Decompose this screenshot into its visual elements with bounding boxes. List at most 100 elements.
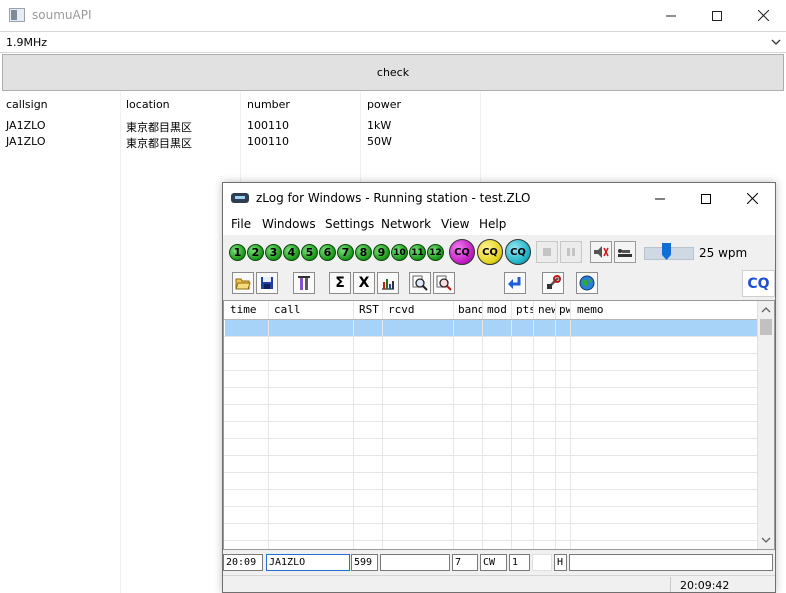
- grid-divider: [570, 301, 571, 549]
- row-divider: [224, 336, 758, 337]
- log-header-band: band: [458, 303, 482, 316]
- selected-row[interactable]: [225, 320, 758, 336]
- band-select-value: 1.9MHz: [6, 36, 48, 49]
- menu-view[interactable]: View: [441, 217, 469, 231]
- zlog-title-bar[interactable]: zLog for Windows - Running station - tes…: [223, 183, 775, 214]
- result-cell-power[interactable]: 1kW: [367, 119, 391, 132]
- memory-button-3[interactable]: 3: [265, 244, 282, 261]
- menu-windows[interactable]: Windows: [262, 217, 316, 231]
- statistics-button[interactable]: [377, 272, 399, 294]
- result-cell-location[interactable]: 東京都目黒区: [126, 119, 192, 135]
- menu-file[interactable]: File: [231, 217, 251, 231]
- memory-button-9[interactable]: 9: [373, 244, 390, 261]
- sidetone-button[interactable]: [590, 241, 612, 263]
- memory-button-8[interactable]: 8: [355, 244, 372, 261]
- scroll-down-icon[interactable]: [761, 535, 771, 545]
- zlog-maximize-button[interactable]: [683, 183, 729, 214]
- row-divider: [224, 370, 758, 371]
- memory-button-6[interactable]: 6: [319, 244, 336, 261]
- grid-divider: [353, 301, 354, 549]
- vertical-scrollbar[interactable]: [757, 301, 774, 549]
- result-cell-number[interactable]: 100110: [247, 135, 289, 148]
- memory-button-11[interactable]: 11: [409, 244, 426, 261]
- title-bar[interactable]: soumuAPI: [0, 0, 786, 31]
- extra-field[interactable]: [532, 554, 552, 571]
- header-divider: [224, 319, 758, 320]
- cq-button-2[interactable]: CQ: [477, 239, 503, 265]
- log-header-rst: RST: [359, 303, 379, 316]
- column-header-location[interactable]: location: [126, 98, 170, 111]
- mode-field[interactable]: CW: [480, 554, 507, 571]
- time-field[interactable]: 20:09: [223, 554, 263, 571]
- minimize-button[interactable]: [648, 0, 694, 31]
- scroll-up-icon[interactable]: [761, 305, 771, 315]
- memory-button-7[interactable]: 7: [337, 244, 354, 261]
- memo-field[interactable]: [569, 554, 773, 571]
- row-divider: [224, 472, 758, 473]
- menu-help[interactable]: Help: [479, 217, 506, 231]
- minimize-icon: [655, 198, 665, 199]
- menu-network[interactable]: Network: [381, 217, 431, 231]
- grid-divider: [268, 301, 269, 549]
- power-code-field[interactable]: 1: [509, 554, 530, 571]
- score-button[interactable]: Σ: [329, 272, 351, 294]
- zlog-close-button[interactable]: [729, 183, 775, 214]
- rst-field[interactable]: 599: [351, 554, 378, 571]
- cq-button-3[interactable]: CQ: [505, 239, 531, 265]
- band-select[interactable]: 1.9MHz: [0, 31, 786, 53]
- check-button[interactable]: check: [2, 54, 784, 91]
- memory-button-5[interactable]: 5: [301, 244, 318, 261]
- open-file-button[interactable]: [232, 272, 254, 294]
- memory-button-1[interactable]: 1: [229, 244, 246, 261]
- pwr-field[interactable]: H: [554, 554, 567, 571]
- close-icon: [757, 10, 769, 21]
- log-header-rcvd: rcvd: [388, 303, 415, 316]
- cq-button-1[interactable]: CQ: [449, 239, 475, 265]
- rcvd-field[interactable]: [380, 554, 450, 571]
- check-multi-button[interactable]: [433, 272, 455, 294]
- result-cell-callsign[interactable]: JA1ZLO: [6, 135, 46, 148]
- log-header-new: new: [538, 303, 555, 316]
- stop-button[interactable]: [536, 241, 558, 263]
- result-cell-location[interactable]: 東京都目黒区: [126, 135, 192, 151]
- memory-button-10[interactable]: 10: [391, 244, 408, 261]
- memory-button-2[interactable]: 2: [247, 244, 264, 261]
- save-button[interactable]: [256, 272, 278, 294]
- speaker-icon: [594, 246, 609, 258]
- enter-button[interactable]: [504, 272, 526, 294]
- maximize-button[interactable]: [694, 0, 740, 31]
- call-field[interactable]: JA1ZLO: [266, 554, 350, 571]
- return-arrow-icon: [508, 277, 521, 289]
- result-cell-callsign[interactable]: JA1ZLO: [6, 119, 46, 132]
- scroll-thumb[interactable]: [760, 319, 772, 335]
- column-header-power[interactable]: power: [367, 98, 401, 111]
- column-header-callsign[interactable]: callsign: [6, 98, 48, 111]
- zlog-minimize-button[interactable]: [637, 183, 683, 214]
- cq-mode-indicator[interactable]: CQ: [742, 270, 775, 297]
- multipliers-button[interactable]: X: [353, 272, 375, 294]
- cw-speed-slider[interactable]: [644, 243, 694, 260]
- row-divider: [224, 404, 758, 405]
- row-divider: [224, 455, 758, 456]
- result-cell-number[interactable]: 100110: [247, 119, 289, 132]
- column-header-number[interactable]: number: [247, 98, 290, 111]
- result-cell-power[interactable]: 50W: [367, 135, 392, 148]
- close-button[interactable]: [740, 0, 786, 31]
- rig-control-button[interactable]: [542, 272, 564, 294]
- status-bar: 20:09:42: [223, 575, 775, 592]
- window-title: soumuAPI: [32, 8, 92, 22]
- row-divider: [224, 353, 758, 354]
- check-call-button[interactable]: [409, 272, 431, 294]
- memory-button-12[interactable]: 12: [427, 244, 444, 261]
- qso-log-grid[interactable]: time call RST rcvd band mod pts new pwr …: [223, 300, 775, 550]
- maximize-icon: [712, 10, 722, 21]
- menu-settings[interactable]: Settings: [325, 217, 374, 231]
- memory-button-4[interactable]: 4: [283, 244, 300, 261]
- paddle-button[interactable]: [614, 241, 636, 263]
- partial-check-button[interactable]: [293, 272, 315, 294]
- row-divider: [224, 421, 758, 422]
- maximize-icon: [701, 193, 711, 204]
- pause-button[interactable]: [560, 241, 582, 263]
- network-button[interactable]: [576, 272, 598, 294]
- band-field[interactable]: 7: [452, 554, 478, 571]
